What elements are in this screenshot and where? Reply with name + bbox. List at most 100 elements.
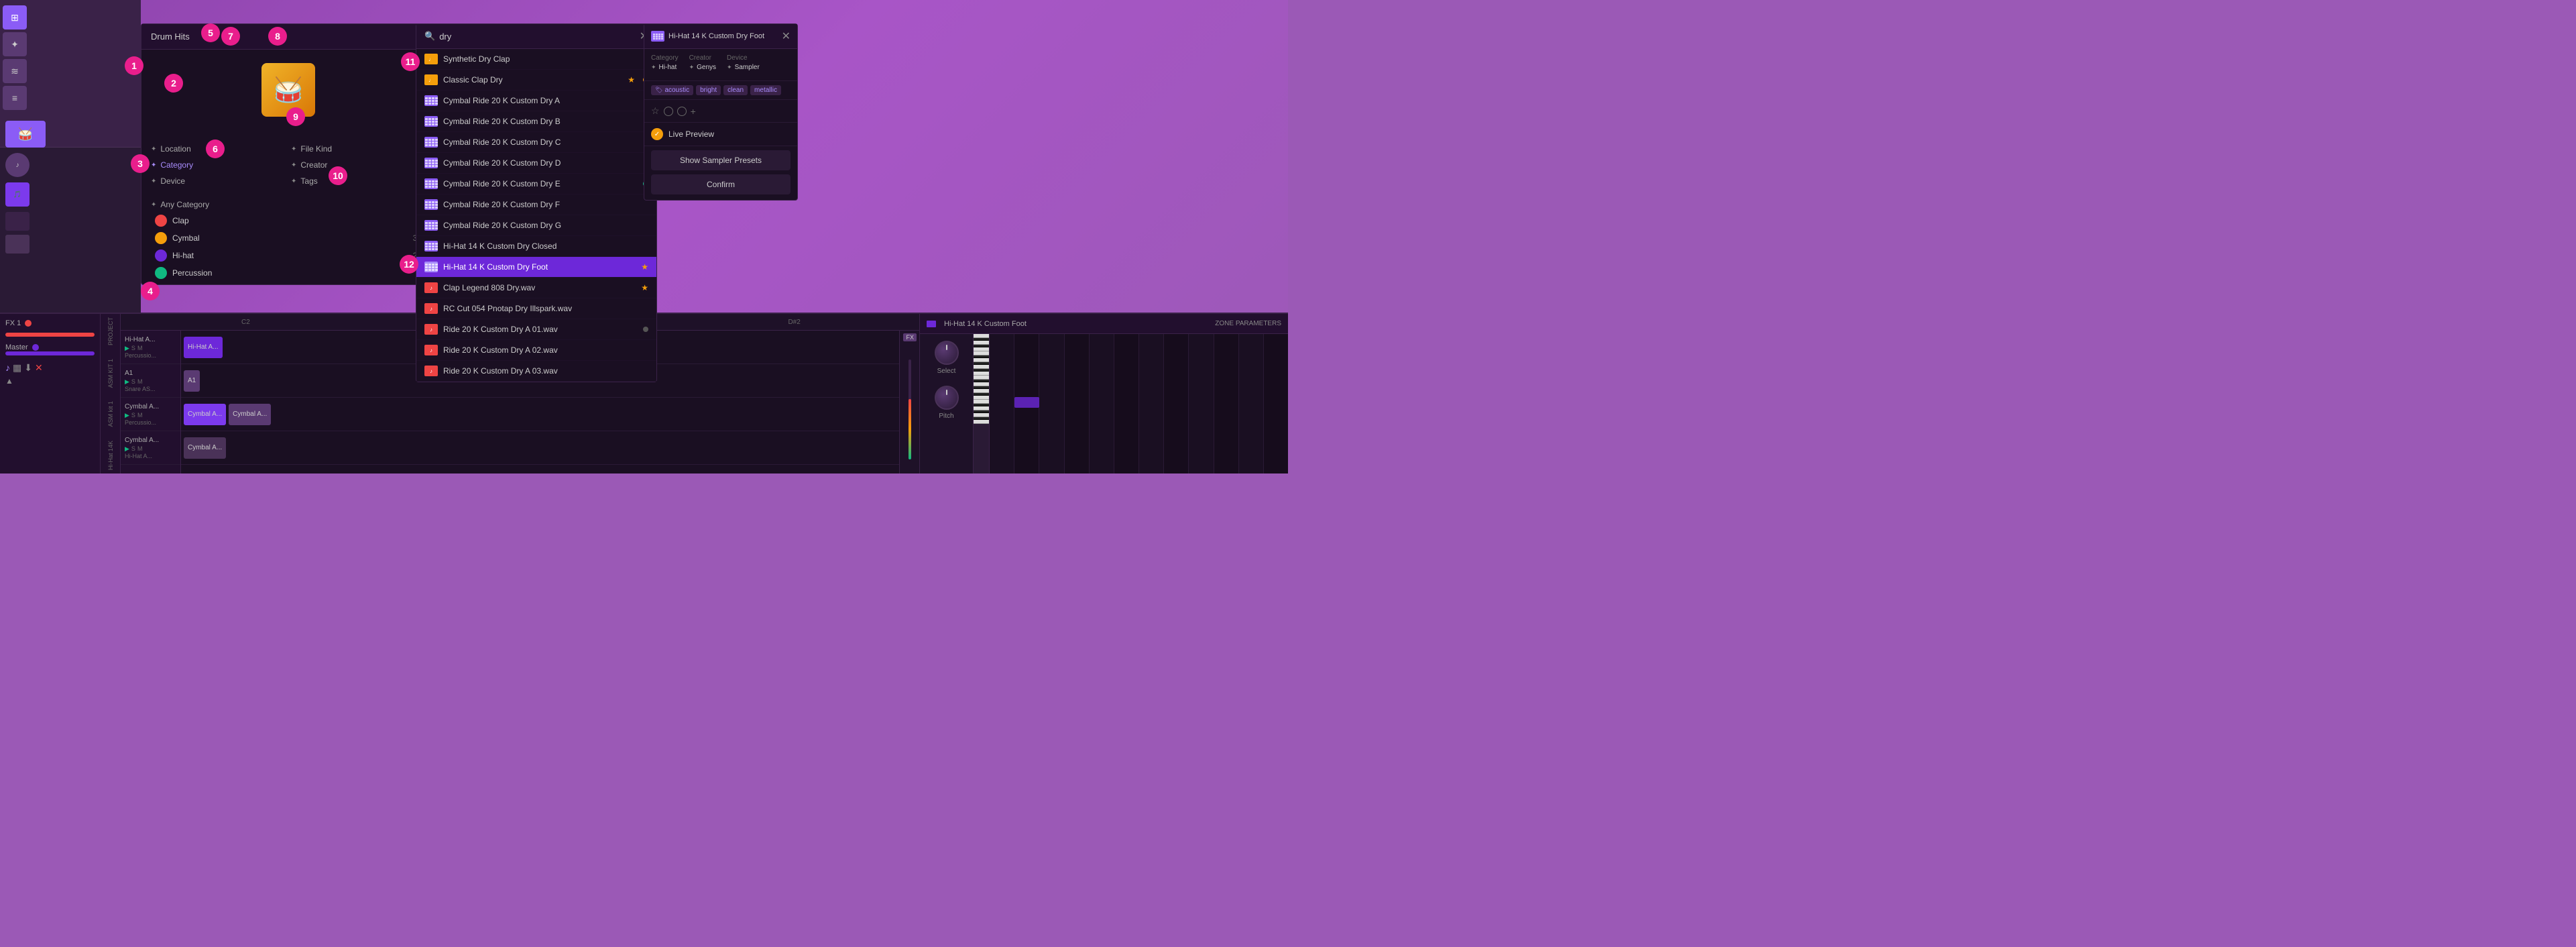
result-ride-a01[interactable]: ♪ Ride 20 K Custom Dry A 01.wav [416,319,656,340]
filter-file-kind[interactable]: ✦ File Kind [291,142,426,156]
result-hihat-foot[interactable]: Hi-Hat 14 K Custom Dry Foot ★ [416,257,656,278]
drum-icon-box: 🥁 [261,63,315,117]
drum-emoji: 🥁 [274,76,304,104]
note-col-6[interactable] [1114,334,1139,474]
filter-location[interactable]: ✦ Location [151,142,286,156]
nav-up-icon[interactable]: ▲ [5,376,13,386]
result-name: Cymbal Ride 20 K Custom Dry F [443,200,560,209]
mute-btn-cymbal-b[interactable]: M [137,445,143,453]
mute-btn-hihat-a[interactable]: M [137,345,143,352]
confirm-button[interactable]: Confirm [651,174,791,194]
result-cymbal-dry-c[interactable]: Cymbal Ride 20 K Custom Dry C [416,132,656,153]
note-block-cymbal-b[interactable]: Cymbal A... [184,437,226,459]
result-ride-a02[interactable]: ♪ Ride 20 K Custom Dry A 02.wav [416,340,656,361]
note-block-cymbal-a1[interactable]: Cymbal A... [184,404,226,425]
note-block-cymbal-a2[interactable]: Cymbal A... [229,404,271,425]
meta-device-star-icon: ✦ [727,64,732,71]
sidebar-icon-star[interactable]: ✦ [3,32,27,56]
rating-circle-2[interactable] [677,107,687,116]
play-btn-cymbal-b[interactable]: ▶ [125,445,129,453]
result-cymbal-dry-b[interactable]: Cymbal Ride 20 K Custom Dry B [416,111,656,132]
category-any[interactable]: ✦ Any Category 65 [151,197,426,212]
active-note-block[interactable] [1014,397,1039,408]
note-col-7[interactable] [1139,334,1164,474]
note-col-9[interactable] [1189,334,1214,474]
solo-btn-hihat-a[interactable]: S [131,345,135,352]
toolbar-note-icon[interactable]: ♪ [5,362,10,374]
filter-creator[interactable]: ✦ Creator [291,158,426,172]
result-clap-legend[interactable]: ♪ Clap Legend 808 Dry.wav ★ [416,278,656,298]
note-col-11[interactable] [1239,334,1264,474]
result-cymbal-dry-e[interactable]: Cymbal Ride 20 K Custom Dry E [416,174,656,194]
filter-creator-star: ✦ [291,162,296,169]
fx-knob[interactable] [25,320,32,327]
rating-circle-1[interactable] [664,107,673,116]
sidebar-icon-grid[interactable]: ⊞ [3,5,27,30]
piano-key-white-15[interactable] [974,420,989,424]
master-fader[interactable] [5,351,95,355]
note-col-8[interactable] [1164,334,1189,474]
result-cymbal-dry-d[interactable]: Cymbal Ride 20 K Custom Dry D [416,153,656,174]
solo-btn-cymbal-b[interactable]: S [131,445,135,453]
note-col-4[interactable] [1065,334,1090,474]
sidebar-icon-eq[interactable]: ≡ [3,86,27,110]
toolbar-arrow-icon[interactable]: ⬇ [24,362,32,374]
select-knob[interactable] [935,341,959,365]
result-hihat-closed[interactable]: Hi-Hat 14 K Custom Dry Closed [416,236,656,257]
show-sampler-presets-button[interactable]: Show Sampler Presets [651,150,791,170]
toolbar-grid-icon[interactable]: ▦ [13,362,21,374]
track-labels: Hi-Hat A... ▶ S M Percussio... A1 ▶ S M [121,331,181,474]
result-rc-cut[interactable]: ♪ RC Cut 054 Pnotap Dry Illspark.wav [416,298,656,319]
filter-device[interactable]: ✦ Device [151,174,286,188]
result-icon-rc-cut: ♪ [424,303,438,314]
mute-btn-cymbal-a[interactable]: M [137,412,143,419]
solo-btn-snare[interactable]: S [131,378,135,386]
solo-btn-cymbal-a[interactable]: S [131,412,135,419]
play-btn-snare[interactable]: ▶ [125,378,129,386]
filter-category[interactable]: ✦ Category [151,158,286,172]
toolbar-close-icon[interactable]: ✕ [35,362,43,374]
result-classic-clap-dry[interactable]: ♩ Classic Clap Dry ★ [416,70,656,91]
result-icon-hihat-foot [424,262,438,272]
filter-tags[interactable]: ✦ Tags [291,174,426,188]
result-ride-a03[interactable]: ♪ Ride 20 K Custom Dry A 03.wav [416,361,656,382]
result-cymbal-dry-f[interactable]: Cymbal Ride 20 K Custom Dry F [416,194,656,215]
category-percussion[interactable]: Percussion 1 [151,264,426,282]
category-hihat-label: Hi-hat [172,251,194,260]
filter-creator-label: Creator [300,160,327,170]
play-btn-cymbal-a[interactable]: ▶ [125,412,129,419]
master-knob[interactable] [32,344,39,351]
result-clap-legend-star: ★ [641,283,648,292]
meta-creator-val: Genys [697,64,716,71]
live-preview-check-icon[interactable]: ✓ [651,128,663,140]
note-block-snare[interactable]: A1 [184,370,200,392]
pitch-knob[interactable] [935,386,959,410]
fx-fader[interactable] [5,333,95,337]
category-clap[interactable]: Clap 3 [151,212,426,229]
category-cymbal[interactable]: Cymbal 35 [151,229,426,247]
result-cymbal-dry-a[interactable]: Cymbal Ride 20 K Custom Dry A [416,91,656,111]
search-query-text[interactable]: dry [439,32,451,42]
master-label: Master [5,343,28,351]
meta-creator-label: Creator [689,54,716,62]
rating-plus-icon[interactable]: + [691,106,696,117]
note-col-10[interactable] [1214,334,1239,474]
track-sub-snare: Snare AS... [125,386,176,392]
rating-star-icon[interactable]: ☆ [651,105,660,117]
note-col-1[interactable] [990,334,1014,474]
category-hihat[interactable]: Hi-hat 26 [151,247,426,264]
detail-close-button[interactable]: ✕ [782,30,791,43]
play-btn-hihat-a[interactable]: ▶ [125,345,129,352]
note-col-12[interactable] [1264,334,1288,474]
mute-btn-snare[interactable]: M [137,378,143,386]
fx-badge[interactable]: FX [903,333,917,341]
result-synthetic-dry-clap[interactable]: ♩ Synthetic Dry Clap [416,49,656,70]
note-col-3[interactable] [1039,334,1064,474]
category-cymbal-label: Cymbal [172,233,200,243]
result-cymbal-dry-g[interactable]: Cymbal Ride 20 K Custom Dry G [416,215,656,236]
note-col-5[interactable] [1090,334,1114,474]
sidebar-icon-wave[interactable]: ≋ [3,59,27,83]
detail-title-row: Hi-Hat 14 K Custom Dry Foot [651,31,764,42]
note-block-hihat-a[interactable]: Hi-Hat A... [184,337,223,358]
piano-roll [974,334,1288,474]
